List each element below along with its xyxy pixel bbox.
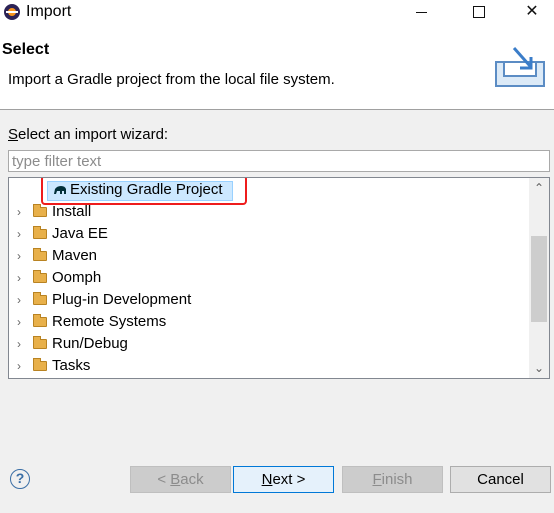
back-button-mnemonic: B: [170, 471, 181, 488]
minimize-icon[interactable]: [416, 12, 427, 13]
tree-item[interactable]: › Remote Systems: [9, 311, 529, 333]
folder-icon: [33, 270, 47, 283]
tree-item[interactable]: › Oomph: [9, 267, 529, 289]
title-bar: Import ✕: [0, 0, 554, 26]
finish-button-mnemonic: F: [372, 471, 382, 488]
wizard-header: Select Import a Gradle project from the …: [0, 26, 554, 110]
window-title: Import: [26, 3, 72, 20]
back-button[interactable]: < Back: [130, 466, 231, 493]
scroll-down-icon[interactable]: ⌄: [529, 358, 549, 378]
tree-item-label: Java EE: [52, 225, 108, 242]
tree-item-label: Install: [52, 203, 92, 220]
folder-icon: [33, 314, 47, 327]
folder-icon: [33, 358, 47, 371]
tree-item[interactable]: › Maven: [9, 245, 529, 267]
filter-input[interactable]: [8, 150, 550, 172]
help-icon[interactable]: ?: [10, 469, 30, 489]
expand-chevron-icon[interactable]: ›: [17, 223, 27, 245]
tree-item-label: Plug-in Development: [52, 291, 192, 308]
next-button-mnemonic: N: [261, 471, 273, 488]
folder-icon: [33, 248, 47, 261]
close-icon[interactable]: ✕: [510, 0, 554, 26]
tree-item[interactable]: › Install: [9, 201, 529, 223]
folder-icon: [33, 204, 47, 217]
scroll-up-icon[interactable]: ⌃: [529, 178, 549, 198]
import-wizard-label: Select an import wizard:: [8, 126, 168, 143]
expand-chevron-icon[interactable]: ›: [17, 267, 27, 289]
import-wizard-label-text: elect an import wizard:: [18, 126, 169, 143]
page-description: Import a Gradle project from the local f…: [8, 71, 335, 88]
tree-item-existing-gradle-project[interactable]: Existing Gradle Project: [9, 178, 529, 205]
expand-chevron-icon[interactable]: ›: [17, 355, 27, 377]
import-wizard-label-mnemonic: S: [8, 126, 19, 143]
expand-chevron-icon[interactable]: ›: [17, 201, 27, 223]
tree-item-label: Oomph: [52, 269, 102, 286]
folder-icon: [33, 336, 47, 349]
tree-item[interactable]: › Run/Debug: [9, 333, 529, 355]
tree-item-label: Maven: [52, 247, 98, 264]
maximize-icon[interactable]: [473, 6, 485, 18]
folder-icon: [33, 292, 47, 305]
cancel-button[interactable]: Cancel: [450, 466, 551, 493]
tree-item-label: Tasks: [52, 357, 91, 374]
tree-item-label: Run/Debug: [52, 335, 128, 352]
import-banner-icon: [495, 47, 545, 87]
expand-chevron-icon[interactable]: ›: [17, 311, 27, 333]
page-title: Select: [2, 41, 50, 58]
tree-scrollbar[interactable]: ⌃ ⌄: [529, 178, 549, 378]
folder-icon: [33, 226, 47, 239]
back-button-text: ack: [180, 471, 204, 488]
next-button-text: ext >: [272, 471, 306, 488]
eclipse-app-icon: [4, 4, 20, 20]
expand-chevron-icon[interactable]: ›: [17, 333, 27, 355]
tree-item-label: Remote Systems: [52, 313, 167, 330]
finish-button-text: inish: [381, 471, 413, 488]
expand-chevron-icon[interactable]: ›: [17, 289, 27, 311]
expand-chevron-icon[interactable]: ›: [17, 245, 27, 267]
back-button-prefix: <: [157, 471, 171, 488]
next-button[interactable]: Next >: [233, 466, 334, 493]
tree-item[interactable]: › Plug-in Development: [9, 289, 529, 311]
tree-item[interactable]: › Java EE: [9, 223, 529, 245]
finish-button[interactable]: Finish: [342, 466, 443, 493]
tree-item[interactable]: › Tasks: [9, 355, 529, 377]
scroll-thumb[interactable]: [531, 236, 547, 322]
wizard-tree[interactable]: Existing Gradle Project › Install › Java EE…: [8, 177, 550, 379]
